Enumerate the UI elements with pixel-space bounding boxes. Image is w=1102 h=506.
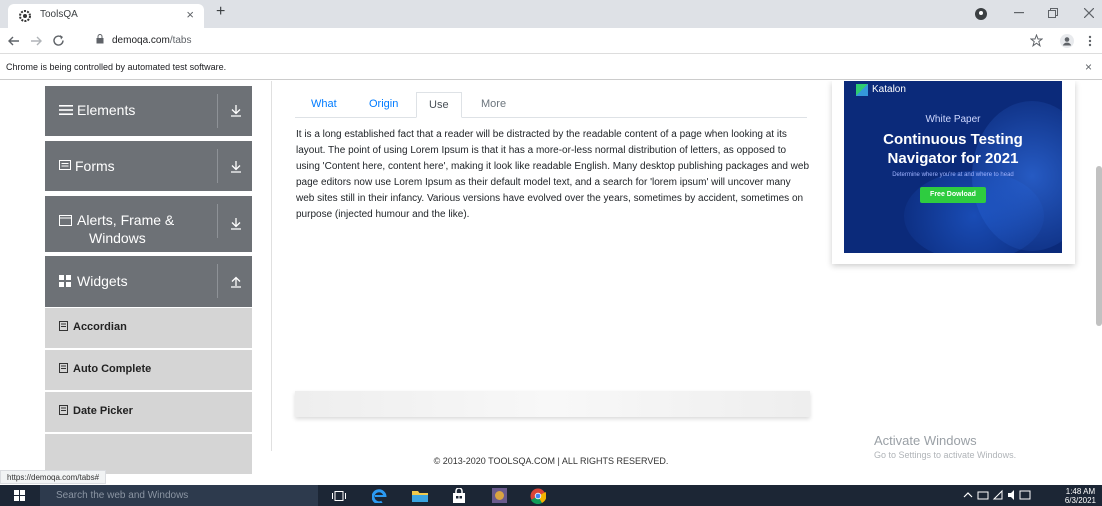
banner-title-line1: Continuous Testing	[883, 131, 1023, 148]
upload-arrow-icon[interactable]	[230, 275, 242, 288]
profile-icon[interactable]	[975, 8, 987, 20]
divider	[217, 204, 218, 238]
menu-dots-icon[interactable]	[1088, 35, 1092, 47]
clock-date: 6/3/2021	[1064, 496, 1096, 505]
grid-icon	[59, 275, 71, 287]
tab-origin[interactable]: Origin	[357, 92, 410, 118]
sidebar-group-elements[interactable]: Elements	[45, 86, 252, 136]
status-url-bubble: https://demoqa.com/tabs#	[0, 470, 107, 484]
url-host: demoqa.com	[112, 35, 170, 46]
download-arrow-icon[interactable]	[230, 104, 242, 117]
item-icon	[59, 321, 68, 331]
katalon-ad-banner[interactable]: Katalon White Paper Continuous Testing N…	[832, 81, 1075, 264]
tab-close-icon[interactable]: ×	[186, 7, 194, 22]
browser-title-bar: ToolsQA × +	[0, 0, 1102, 28]
sidebar: Elements Forms Alerts, Frame & Windows W…	[36, 81, 272, 475]
window-icon	[59, 215, 72, 226]
sidebar-group-label-line2: Windows	[89, 230, 146, 246]
new-tab-button[interactable]: +	[216, 3, 225, 21]
banner-title: Continuous Testing Navigator for 2021	[844, 130, 1062, 168]
minimize-icon[interactable]	[1014, 12, 1024, 14]
bookmark-star-icon[interactable]	[1030, 34, 1043, 47]
store-icon[interactable]	[452, 488, 466, 503]
infobar-close-icon[interactable]: ×	[1085, 60, 1092, 74]
taskbar-clock[interactable]: 1:48 AM 6/3/2021	[1065, 487, 1096, 505]
banner-tagline: Determine where you're at and where to h…	[892, 172, 1014, 178]
item-icon	[59, 363, 68, 373]
taskbar-search-box[interactable]: Search the web and Windows	[40, 485, 318, 506]
form-icon	[59, 160, 71, 170]
taskbar-search-placeholder: Search the web and Windows	[56, 490, 189, 501]
divider	[217, 264, 218, 298]
katalon-logo-icon	[856, 84, 868, 96]
toolsqa-gear-icon	[19, 10, 31, 22]
divider	[217, 149, 218, 183]
tab-use[interactable]: Use	[416, 92, 462, 118]
sidebar-group-label: Forms	[75, 158, 115, 174]
tab-title: ToolsQA	[40, 9, 78, 20]
tab-what[interactable]: What	[299, 92, 349, 118]
account-icon[interactable]	[1060, 34, 1074, 48]
sidebar-item-auto-complete[interactable]: Auto Complete	[45, 350, 252, 391]
windows-start-icon[interactable]	[14, 490, 25, 501]
tab-more: More	[481, 98, 507, 110]
sidebar-group-label: Elements	[77, 102, 136, 118]
chrome-icon[interactable]	[530, 488, 546, 504]
ad-strip	[295, 391, 810, 417]
banner-decoration	[904, 171, 1044, 253]
sidebar-group-widgets[interactable]: Widgets	[45, 256, 252, 307]
download-arrow-icon[interactable]	[230, 160, 242, 173]
page-content: Elements Forms Alerts, Frame & Windows W…	[0, 81, 1102, 485]
reload-icon[interactable]	[52, 34, 65, 47]
sidebar-item-next[interactable]	[45, 434, 252, 475]
infobar-text: Chrome is being controlled by automated …	[6, 62, 227, 72]
tray-icons	[963, 489, 1031, 500]
sidebar-item-label: Auto Complete	[73, 363, 152, 375]
task-view-icon[interactable]	[332, 491, 346, 501]
sidebar-item-label: Date Picker	[73, 405, 133, 417]
lock-icon	[96, 34, 104, 44]
page-scrollbar[interactable]	[1096, 166, 1102, 326]
windows-taskbar: Search the web and Windows 1:48 AM 6/3/2…	[0, 485, 1102, 506]
banner-brand: Katalon	[872, 84, 906, 95]
watermark-line1: Activate Windows	[874, 433, 977, 448]
automation-infobar: Chrome is being controlled by automated …	[0, 55, 1102, 80]
app-icon[interactable]	[492, 488, 507, 503]
download-arrow-icon[interactable]	[230, 217, 242, 230]
free-download-button[interactable]: Free Dowload	[920, 187, 986, 203]
close-window-icon[interactable]	[1084, 8, 1094, 18]
file-explorer-icon[interactable]	[412, 489, 428, 502]
sidebar-item-accordian[interactable]: Accordian	[45, 308, 252, 349]
restore-icon[interactable]	[1048, 8, 1058, 18]
address-url: demoqa.com/tabs	[112, 35, 192, 46]
browser-tab[interactable]: ToolsQA ×	[8, 4, 204, 28]
address-bar[interactable]: demoqa.com/tabs	[92, 31, 1022, 51]
url-path: /tabs	[169, 35, 192, 46]
edge-browser-icon[interactable]	[372, 489, 387, 503]
tab-bar: What Origin Use More	[295, 92, 807, 118]
system-tray[interactable]	[962, 489, 1032, 504]
banner-subtitle: White Paper	[925, 114, 981, 125]
menu-icon	[59, 105, 73, 115]
banner-image[interactable]: Katalon White Paper Continuous Testing N…	[844, 81, 1062, 253]
clock-time: 1:48 AM	[1065, 487, 1096, 496]
sidebar-group-label-line1: Alerts, Frame &	[77, 212, 175, 228]
sidebar-group-label: Widgets	[77, 273, 128, 289]
sidebar-item-label: Accordian	[73, 321, 127, 333]
sidebar-item-date-picker[interactable]: Date Picker	[45, 392, 252, 433]
tab-content-text: It is a long established fact that a rea…	[296, 129, 810, 220]
divider	[217, 94, 218, 128]
sidebar-group-alerts-frame-windows[interactable]: Alerts, Frame & Windows	[45, 196, 252, 252]
back-arrow-icon[interactable]	[8, 35, 20, 47]
page-footer: © 2013-2020 TOOLSQA.COM | ALL RIGHTS RES…	[433, 456, 669, 466]
browser-toolbar: demoqa.com/tabs	[0, 28, 1102, 54]
banner-title-line2: Navigator for 2021	[887, 150, 1019, 167]
forward-arrow-icon[interactable]	[30, 35, 42, 47]
item-icon	[59, 405, 68, 415]
sidebar-group-forms[interactable]: Forms	[45, 141, 252, 191]
